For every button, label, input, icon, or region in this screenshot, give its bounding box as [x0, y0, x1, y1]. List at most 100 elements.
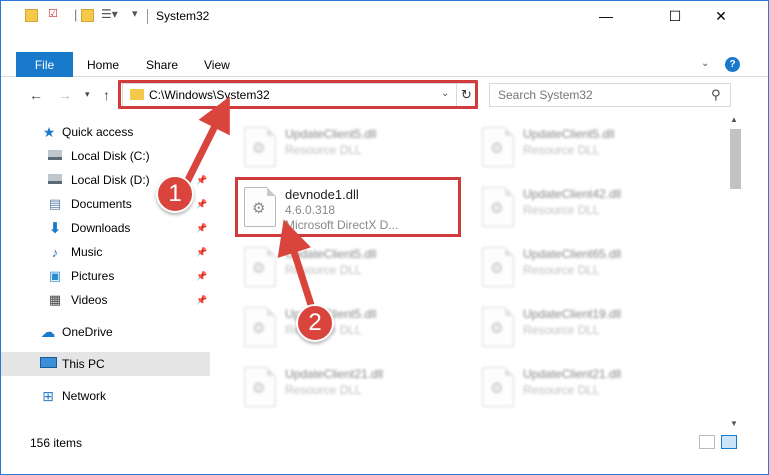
file-type: Resource DLL: [523, 323, 600, 337]
title-bar: ☑ | ☰▾ ▾ System32 — ☐ ✕: [1, 1, 768, 31]
vertical-scrollbar[interactable]: ▲ ▼: [728, 113, 742, 431]
computer-icon: [40, 357, 57, 368]
status-bar: 156 items: [1, 433, 768, 453]
sidebar-item-pictures[interactable]: ▣ Pictures 📌: [1, 264, 210, 288]
pin-icon[interactable]: 📌: [196, 175, 207, 186]
file-type: Resource DLL: [285, 263, 362, 277]
drive-icon: [48, 174, 62, 184]
sidebar-item-label: Downloads: [71, 221, 131, 235]
tab-file[interactable]: File: [16, 52, 73, 77]
sidebar-item-network[interactable]: ⊞ Network: [1, 384, 210, 408]
network-icon: ⊞: [42, 387, 54, 404]
file-name: UpdateClient5.dll: [523, 127, 615, 141]
file-highlight-box: [235, 177, 461, 237]
sidebar-item-label: Network: [62, 389, 107, 403]
file-name: UpdateClient19.dll: [523, 307, 622, 321]
file-tile[interactable]: ⚙ UpdateClient42.dll Resource DLL: [476, 181, 706, 233]
scroll-up-icon[interactable]: ▲: [730, 115, 738, 124]
file-name: UpdateClient21.dll: [523, 367, 622, 381]
gear-icon: ⚙: [252, 260, 266, 277]
sidebar-item-label: Pictures: [71, 269, 115, 283]
file-tile[interactable]: ⚙ UpdateClient5.dll Resource DLL: [238, 241, 468, 293]
explorer-window: ☑ | ☰▾ ▾ System32 — ☐ ✕ File Home Share …: [0, 0, 769, 475]
cloud-icon: ☁: [40, 324, 56, 341]
gear-icon: ⚙: [490, 320, 504, 337]
sidebar-item-label: Local Disk (C:): [71, 149, 150, 163]
tab-view[interactable]: View: [204, 53, 230, 77]
download-icon: ⬇: [48, 220, 62, 237]
gear-icon: ⚙: [252, 380, 266, 397]
star-icon: ★: [42, 123, 56, 140]
ribbon-tabs: File Home Share View ⌄ ?: [1, 52, 768, 77]
forward-arrow-icon[interactable]: →: [58, 87, 72, 103]
sidebar-item-local-disk-c[interactable]: Local Disk (C:): [1, 144, 210, 168]
chevron-down-icon[interactable]: ⌄: [701, 58, 709, 69]
sidebar-item-music[interactable]: ♪ Music 📌: [1, 240, 210, 264]
tab-share[interactable]: Share: [146, 53, 178, 77]
sidebar-item-videos[interactable]: ▦ Videos 📌: [1, 288, 210, 312]
sidebar-item-label: Local Disk (D:): [71, 173, 150, 187]
music-icon: ♪: [51, 244, 59, 260]
file-type: Resource DLL: [523, 383, 600, 397]
gear-icon: ⚙: [490, 380, 504, 397]
scrollbar-thumb[interactable]: [730, 129, 741, 189]
sidebar-item-onedrive[interactable]: ☁ OneDrive: [1, 320, 210, 344]
up-arrow-icon[interactable]: ↑: [103, 87, 110, 103]
file-type: Resource DLL: [285, 143, 362, 157]
item-count: 156 items: [30, 436, 83, 450]
tab-home[interactable]: Home: [87, 53, 119, 77]
tiles-view-icon[interactable]: [721, 435, 737, 449]
step-1-badge: 1: [156, 175, 194, 213]
gear-icon: ⚙: [490, 260, 504, 277]
file-tile[interactable]: ⚙ UpdateClient19.dll Resource DLL: [476, 301, 706, 353]
file-type: Resource DLL: [523, 263, 600, 277]
new-folder-icon[interactable]: [81, 9, 94, 22]
sidebar-item-label: OneDrive: [62, 325, 113, 339]
file-name: UpdateClient21.dll: [285, 367, 384, 381]
sidebar-item-label: Music: [71, 245, 103, 259]
file-tile[interactable]: ⚙ UpdateClient5.dll Resource DLL: [476, 121, 706, 173]
sidebar-item-this-pc[interactable]: This PC: [1, 352, 210, 376]
videos-icon: ▦: [48, 292, 62, 307]
recent-dropdown-icon[interactable]: ▾: [85, 89, 90, 100]
scroll-down-icon[interactable]: ▼: [730, 419, 738, 428]
file-tile[interactable]: ⚙ UpdateClient65.dll Resource DLL: [476, 241, 706, 293]
file-type: Resource DLL: [285, 383, 362, 397]
window-title: System32: [156, 9, 210, 23]
gear-icon: ⚙: [252, 140, 266, 157]
file-name: UpdateClient5.dll: [285, 127, 377, 141]
separator-icon: |: [74, 7, 78, 22]
file-tile[interactable]: ⚙ UpdateClient21.dll Resource DLL: [476, 361, 706, 413]
properties-icon[interactable]: ☑: [48, 7, 58, 20]
search-icon[interactable]: ⚲: [711, 87, 721, 103]
pin-icon[interactable]: 📌: [196, 199, 207, 210]
file-list: ⚙ UpdateClient5.dll Resource DLL ⚙ Updat…: [216, 113, 726, 431]
sidebar-item-downloads[interactable]: ⬇ Downloads 📌: [1, 216, 210, 240]
sidebar-item-quick-access[interactable]: ★ Quick access: [1, 120, 210, 144]
pin-icon[interactable]: 📌: [196, 247, 207, 258]
folder-icon[interactable]: [25, 9, 38, 22]
pin-icon[interactable]: 📌: [196, 295, 207, 306]
help-icon[interactable]: ?: [725, 57, 740, 72]
navigation-pane: ★ Quick access Local Disk (C:) Local Dis…: [1, 113, 213, 435]
dropdown-icon[interactable]: ▾: [132, 7, 138, 20]
step-2-badge: 2: [296, 304, 334, 342]
back-arrow-icon[interactable]: ←: [29, 87, 43, 103]
file-name: UpdateClient65.dll: [523, 247, 622, 261]
file-tile[interactable]: ⚙ UpdateClient5.dll Resource DLL: [238, 121, 468, 173]
pictures-icon: ▣: [48, 268, 62, 283]
details-view-icon[interactable]: [699, 435, 715, 449]
pin-icon[interactable]: 📌: [196, 223, 207, 234]
sidebar-item-label: This PC: [62, 357, 105, 371]
maximize-button[interactable]: ☐: [652, 1, 698, 31]
search-input[interactable]: Search System32: [498, 88, 593, 102]
minimize-button[interactable]: —: [583, 1, 629, 31]
pin-icon[interactable]: 📌: [196, 271, 207, 282]
file-tile[interactable]: ⚙ UpdateClient21.dll Resource DLL: [238, 361, 468, 413]
sidebar-item-label: Quick access: [62, 125, 134, 139]
customize-qa-icon[interactable]: ☰▾: [101, 7, 118, 21]
search-box[interactable]: Search System32 ⚲: [489, 83, 731, 107]
close-button[interactable]: ✕: [698, 1, 744, 31]
title-separator: [147, 9, 148, 24]
file-tile[interactable]: ⚙ UpdateClient5.dll Resource DLL: [238, 301, 468, 353]
